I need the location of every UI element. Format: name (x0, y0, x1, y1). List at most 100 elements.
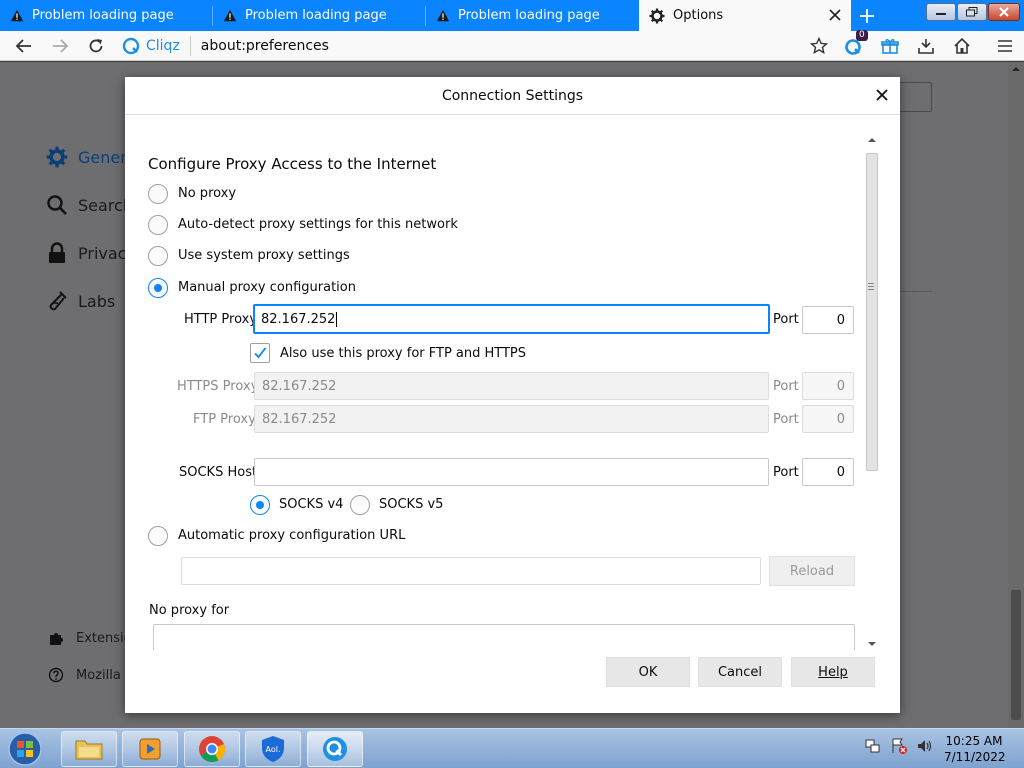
tab-options[interactable]: Options (639, 0, 851, 31)
scrollbar-thumb[interactable] (1011, 590, 1021, 720)
ftp-proxy-label: FTP Proxy (193, 412, 256, 427)
auto-config-url-label: Automatic proxy configuration URL (178, 528, 406, 543)
scrollbar-thumb[interactable] (866, 153, 878, 471)
clock-time: 10:25 AM (945, 734, 1003, 748)
forward-arrow-icon (53, 39, 69, 53)
gift-button[interactable] (880, 36, 900, 56)
auto-detect-label: Auto-detect proxy settings for this netw… (178, 217, 458, 232)
share-proxy-checkbox[interactable] (250, 343, 270, 363)
https-port-input[interactable]: 0 (802, 372, 854, 400)
sidebar-item-extensions[interactable]: Extensio (48, 630, 132, 646)
sidebar-item-labs[interactable]: Labs (46, 290, 115, 312)
manual-proxy-label: Manual proxy configuration (178, 280, 356, 295)
folder-icon (75, 740, 103, 760)
socks-host-input[interactable] (254, 458, 769, 486)
hamburger-menu-icon (998, 40, 1012, 52)
ftp-port-label: Port (773, 412, 799, 427)
forward-button[interactable] (50, 36, 70, 56)
close-window-button[interactable] (988, 3, 1020, 21)
sidebar-item-privacy[interactable]: Privacy (46, 242, 136, 264)
tab-problem-loading-1[interactable]: Problem loading page (0, 0, 212, 31)
no-proxy-for-textarea[interactable] (153, 624, 855, 650)
back-button[interactable] (14, 36, 34, 56)
scroll-up-icon (1012, 67, 1020, 71)
inbox-icon (918, 39, 934, 54)
ftp-port-input[interactable]: 0 (802, 405, 854, 433)
socks-v4-label: SOCKS v4 (279, 497, 344, 512)
url-text[interactable]: about:preferences (201, 38, 329, 54)
divider (900, 291, 932, 292)
taskbar-aol-shield[interactable]: Aol. (245, 731, 301, 767)
url-divider (189, 36, 191, 56)
tab-problem-loading-2[interactable]: Problem loading page (213, 0, 425, 31)
cancel-button[interactable]: Cancel (698, 657, 782, 687)
maximize-button[interactable] (957, 3, 987, 21)
start-button[interactable] (3, 730, 47, 768)
https-proxy-input[interactable]: 82.167.252 (254, 372, 769, 400)
cliqz-control-button[interactable]: 0 (844, 30, 868, 56)
home-button[interactable] (952, 36, 972, 56)
auto-config-url-radio[interactable] (148, 526, 168, 546)
dialog-content: Configure Proxy Access to the Internet N… (125, 116, 900, 650)
help-button[interactable]: Help (791, 657, 875, 687)
downloads-button[interactable] (916, 36, 936, 56)
http-proxy-value: 82.167.252 (261, 311, 336, 327)
page-scrollbar[interactable] (1008, 62, 1024, 728)
volume-icon[interactable] (916, 737, 934, 755)
auto-config-url-input[interactable] (181, 557, 761, 585)
socks-v5-radio[interactable] (350, 495, 370, 515)
tab-title: Options (673, 8, 724, 23)
ok-button[interactable]: OK (606, 657, 690, 687)
new-tab-icon[interactable] (856, 5, 878, 27)
action-center-icon[interactable] (890, 737, 908, 755)
aol-shield-icon: Aol. (262, 736, 284, 762)
tab-problem-loading-3[interactable]: Problem loading page (426, 0, 638, 31)
sidebar-item-search[interactable]: Search (46, 194, 133, 216)
auto-detect-radio[interactable] (148, 215, 168, 235)
sidebar-item-general[interactable]: Genera (46, 146, 137, 168)
windows-logo-icon (8, 732, 42, 766)
socks-port-input[interactable]: 0 (802, 458, 854, 486)
system-clock[interactable]: 10:25 AM 7/11/2022 (944, 733, 1006, 765)
socks-host-label: SOCKS Host (179, 465, 258, 480)
tab-strip: Problem loading page Problem loading pag… (0, 0, 1024, 31)
ftp-proxy-input[interactable]: 82.167.252 (254, 405, 769, 433)
scrollbar-grip (868, 283, 874, 284)
no-proxy-radio[interactable] (148, 184, 168, 204)
network-icon[interactable] (864, 737, 882, 755)
reload-button[interactable]: Reload (769, 556, 855, 586)
taskbar-chrome[interactable] (184, 731, 240, 767)
help-button-label: Help (818, 664, 848, 680)
http-proxy-label: HTTP Proxy (184, 312, 258, 327)
taskbar-media-player[interactable] (122, 731, 178, 767)
no-proxy-label: No proxy (178, 186, 237, 201)
star-icon (810, 37, 828, 55)
taskbar-cliqz[interactable] (307, 731, 363, 767)
http-port-label: Port (773, 312, 799, 327)
home-icon (954, 37, 970, 54)
close-tab-icon[interactable] (827, 7, 843, 23)
close-icon[interactable] (874, 87, 890, 103)
close-icon (999, 7, 1009, 17)
bookmark-star-button[interactable] (809, 36, 829, 56)
socks-v4-radio[interactable] (250, 495, 270, 515)
tab-title: Problem loading page (458, 8, 600, 23)
search-icon (46, 194, 68, 216)
menu-button[interactable] (995, 36, 1015, 56)
taskbar-explorer[interactable] (61, 731, 117, 767)
connection-settings-dialog: Connection Settings Configure Proxy Acce… (125, 77, 900, 713)
minimize-button[interactable] (926, 3, 956, 21)
http-port-input[interactable]: 0 (802, 306, 854, 334)
scroll-down-icon[interactable] (868, 641, 876, 647)
reload-button[interactable] (86, 36, 106, 56)
dialog-scrollbar[interactable] (864, 133, 880, 647)
manual-proxy-radio[interactable] (148, 278, 168, 298)
http-proxy-input[interactable]: 82.167.252 (253, 304, 770, 334)
reload-icon (89, 39, 103, 53)
system-proxy-radio[interactable] (148, 246, 168, 266)
url-bar[interactable]: Cliqz about:preferences (118, 33, 838, 59)
sidebar-item-label: Mozilla (76, 667, 121, 683)
sidebar-item-support[interactable]: Mozilla (48, 667, 121, 683)
scroll-up-icon[interactable] (868, 137, 876, 143)
clock-date: 7/11/2022 (944, 750, 1006, 764)
